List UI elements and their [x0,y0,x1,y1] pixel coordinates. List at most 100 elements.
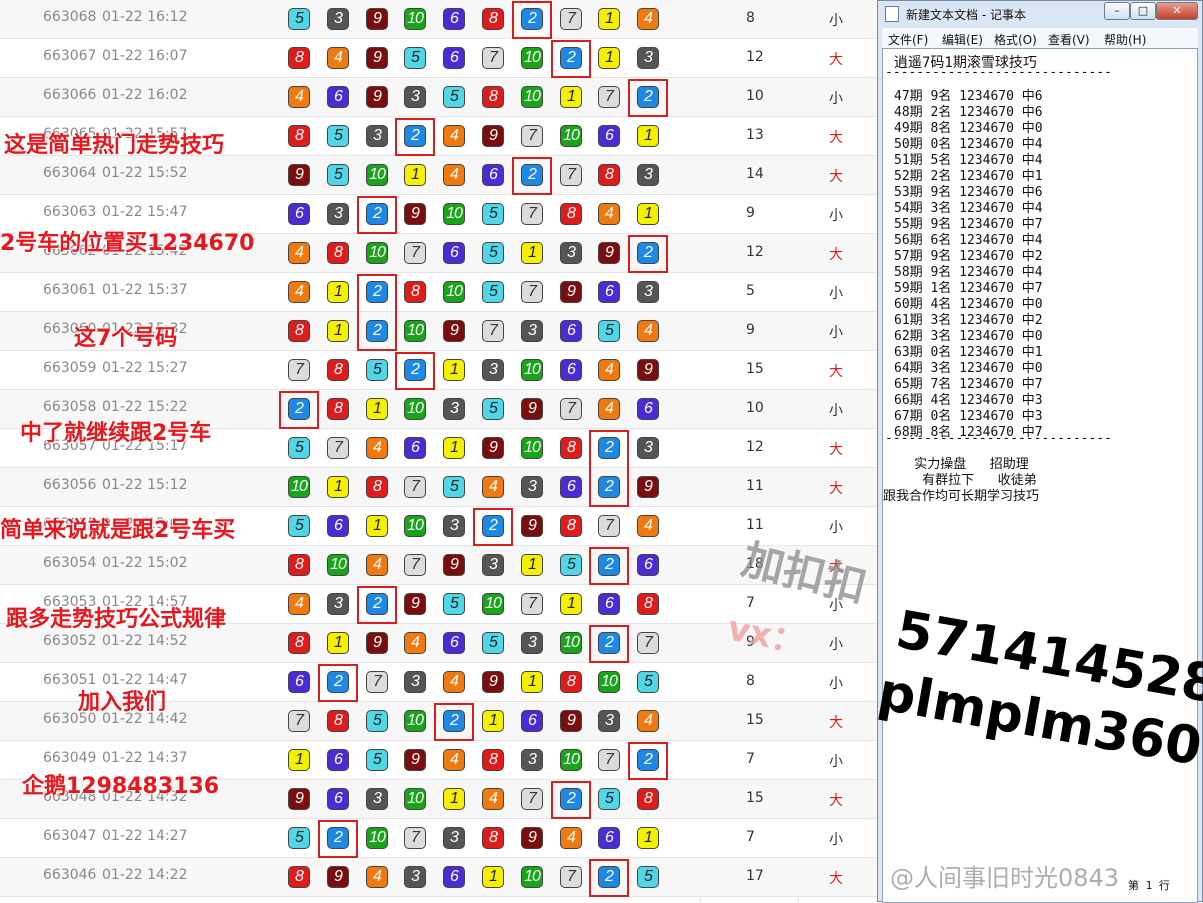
number-ball: 9 [404,593,426,615]
number-ball: 7 [637,632,659,654]
number-ball: 8 [560,203,582,225]
number-ball: 7 [482,320,504,342]
number-ball: 6 [443,866,465,888]
highlight-box [473,508,513,546]
number-ball: 6 [598,281,620,303]
number-ball: 9 [288,164,310,186]
number-ball: 7 [288,710,310,732]
notepad-text-area[interactable]: 逍遥7码1期滚雪球技巧 ----------------------------… [882,48,1198,903]
notepad-divider: ----------------------------- [885,65,1112,80]
table-row: 663064 01-22 15:52 9 5 10 1 4 6 2 7 8 3 14 大 [0,156,878,195]
number-ball: 9 [560,281,582,303]
number-ball: 6 [598,125,620,147]
annotation-text: 简单来说就是跟2号车买 [0,518,236,543]
sum-value: 11 [746,478,764,494]
number-ball: 7 [404,242,426,264]
number-ball: 3 [404,866,426,888]
number-ball: 7 [560,866,582,888]
number-ball: 9 [366,86,388,108]
number-ball: 4 [288,281,310,303]
highlight-box [589,430,629,507]
issue-number: 663066 [43,87,97,103]
number-ball: 9 [521,827,543,849]
notepad-menubar: 文件(F) 编辑(E) 格式(O) 查看(V) 帮助(H) [882,28,1198,48]
number-ball: 7 [598,515,620,537]
notepad-titlebar[interactable]: 新建文本文档 - 记事本 – □ ✕ [878,1,1202,27]
sum-value: 5 [746,283,755,299]
number-ball: 3 [637,164,659,186]
sum-value: 9 [746,205,755,221]
issue-number: 663054 [43,555,97,571]
number-ball: 8 [637,593,659,615]
number-ball: 10 [598,671,620,693]
sum-value: 12 [746,439,764,455]
table-row: 663066 01-22 16:02 4 6 9 3 5 8 10 1 7 2 10 小 [0,78,878,117]
number-ball: 1 [521,554,543,576]
number-ball: 4 [404,632,426,654]
number-ball: 10 [521,86,543,108]
number-ball: 7 [404,554,426,576]
number-ball: 5 [366,749,388,771]
sum-value: 7 [746,751,755,767]
number-ball: 4 [288,242,310,264]
number-ball: 10 [288,476,310,498]
number-ball: 6 [404,437,426,459]
sum-value: 14 [746,166,764,182]
sum-value: 12 [746,244,764,260]
issue-number: 663047 [43,828,97,844]
issue-number: 663056 [43,477,97,493]
draw-time: 01-22 14:37 [102,750,188,766]
number-ball: 10 [443,281,465,303]
number-ball: 4 [443,749,465,771]
maximize-button[interactable]: □ [1130,2,1156,20]
number-ball: 9 [443,554,465,576]
number-ball: 3 [404,86,426,108]
issue-number: 663067 [43,48,97,64]
close-button[interactable]: ✕ [1156,2,1198,20]
number-ball: 4 [637,320,659,342]
draw-time: 01-22 15:52 [102,165,188,181]
annotation-text: 跟多走势技巧公式规律 [6,607,227,632]
number-ball: 8 [327,359,349,381]
sum-value: 15 [746,712,764,728]
number-ball: 10 [404,398,426,420]
number-ball: 9 [404,203,426,225]
menu-help[interactable]: 帮助(H) [1104,31,1146,48]
menu-edit[interactable]: 编辑(E) [942,31,983,48]
number-ball: 6 [327,86,349,108]
number-ball: 9 [288,788,310,810]
number-ball: 4 [598,398,620,420]
number-ball: 8 [482,749,504,771]
big-small-label: 大 [829,364,843,380]
number-ball: 9 [560,710,582,732]
number-ball: 5 [366,710,388,732]
number-ball: 5 [366,359,388,381]
number-ball: 9 [482,437,504,459]
highlight-box [628,235,668,273]
number-ball: 7 [404,827,426,849]
highlight-box [357,274,397,351]
big-small-label: 小 [829,13,843,29]
number-ball: 10 [521,359,543,381]
number-ball: 6 [560,320,582,342]
minimize-button[interactable]: – [1104,2,1130,20]
number-ball: 8 [404,281,426,303]
big-small-label: 大 [829,52,843,68]
number-ball: 3 [327,8,349,30]
sum-value: 17 [746,868,764,884]
number-ball: 4 [443,164,465,186]
draw-time: 01-22 16:02 [102,87,188,103]
number-ball: 8 [482,827,504,849]
highlight-box [551,40,591,78]
number-ball: 3 [521,632,543,654]
number-ball: 6 [560,359,582,381]
menu-format[interactable]: 格式(O) [994,31,1037,48]
number-ball: 5 [560,554,582,576]
menu-file[interactable]: 文件(F) [888,31,928,48]
menu-view[interactable]: 查看(V) [1048,31,1090,48]
number-ball: 6 [637,554,659,576]
number-ball: 8 [482,8,504,30]
number-ball: 3 [482,359,504,381]
highlight-box [318,820,358,858]
number-ball: 9 [366,632,388,654]
